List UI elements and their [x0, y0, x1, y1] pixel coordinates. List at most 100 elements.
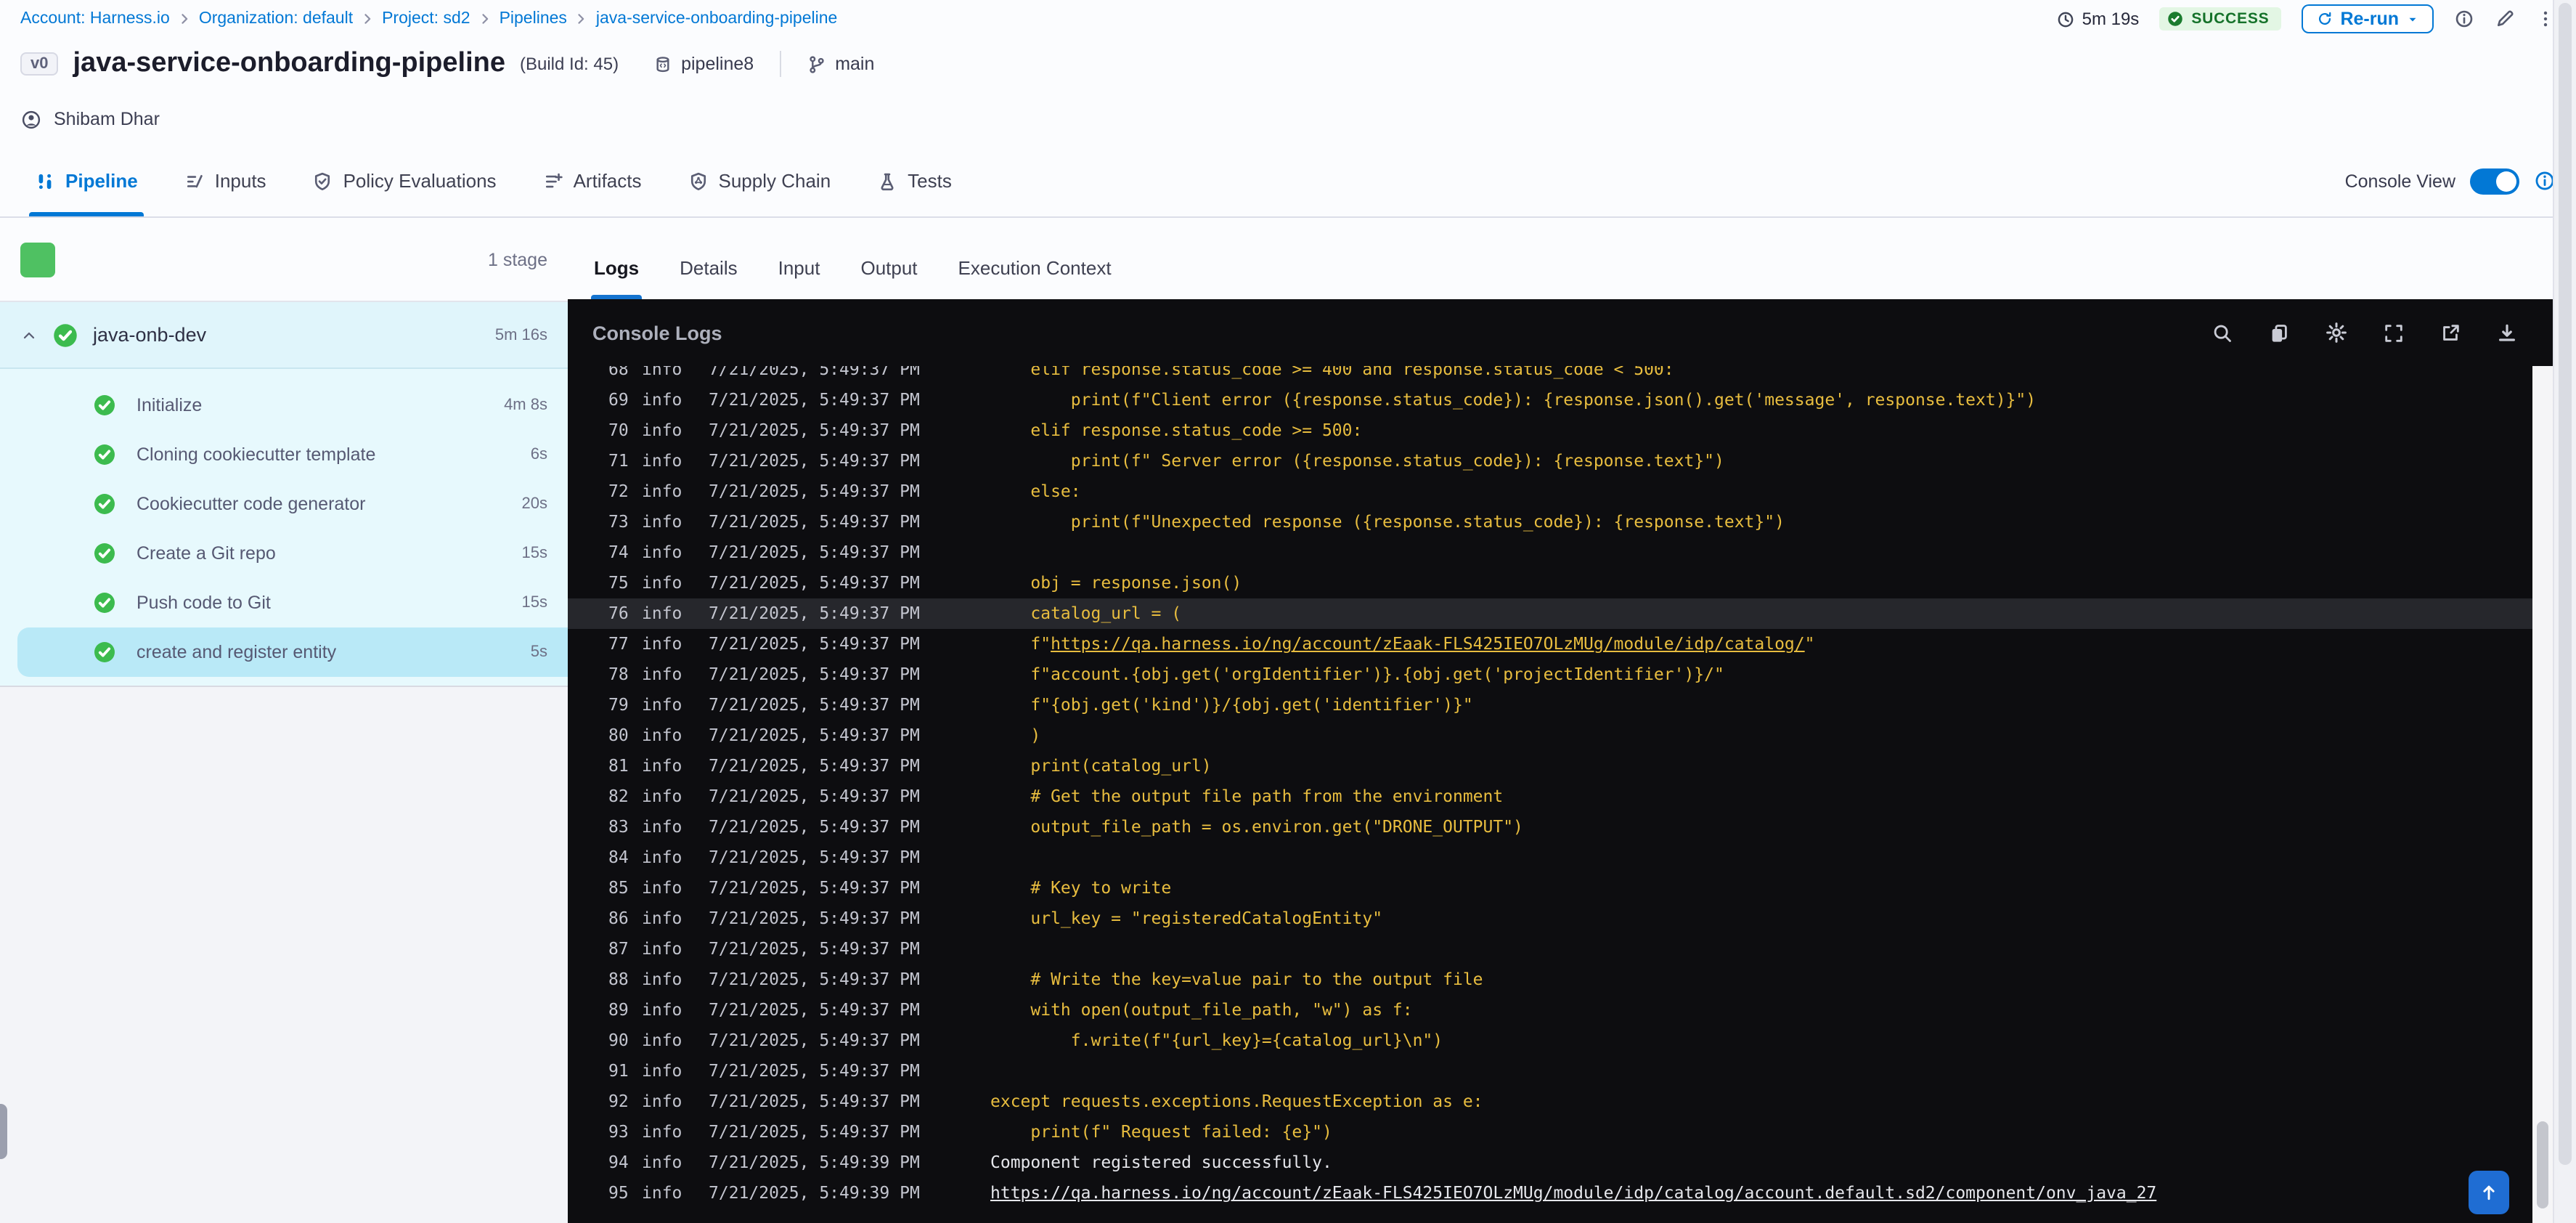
log-timestamp: 7/21/2025, 5:49:37 PM — [709, 542, 920, 562]
chevron-right-icon — [177, 12, 192, 26]
log-text-segment: obj = response.json() — [990, 572, 1242, 593]
step-check-icon — [93, 443, 116, 466]
log-timestamp: 7/21/2025, 5:49:37 PM — [709, 1121, 920, 1142]
log-tab-logs[interactable]: Logs — [590, 257, 643, 299]
log-line-73: 73 info 7/21/2025, 5:49:37 PM print(f"Unex… — [568, 507, 2532, 537]
left-drawer-handle[interactable] — [0, 1104, 7, 1159]
breadcrumb-item-account-harness-io[interactable]: Account: Harness.io — [20, 10, 170, 28]
tab-artifacts[interactable]: Artifacts — [543, 145, 642, 216]
log-timestamp: 7/21/2025, 5:49:37 PM — [709, 481, 920, 501]
sidebar-step-cookiecutter-code-generator[interactable]: Cookiecutter code generator 20s — [0, 479, 568, 529]
copy-icon[interactable] — [2268, 322, 2290, 344]
step-check-icon — [93, 492, 116, 516]
chevron-up-icon[interactable] — [20, 326, 38, 344]
console-toolbar — [2212, 321, 2518, 344]
log-line-number: 81 — [608, 755, 629, 776]
log-line-78: 78 info 7/21/2025, 5:49:37 PM f"account.{o… — [568, 659, 2532, 690]
page-scrollbar-thumb[interactable] — [2559, 3, 2572, 1165]
log-level: info — [642, 542, 682, 562]
log-timestamp: 7/21/2025, 5:49:37 PM — [709, 664, 920, 684]
log-line-number: 70 — [608, 420, 629, 440]
page-scrollbar[interactable] — [2553, 0, 2576, 1223]
log-text-segment: # Key to write — [990, 877, 1172, 898]
log-line-number: 78 — [608, 664, 629, 684]
breadcrumb-item-project-sd2[interactable]: Project: sd2 — [382, 10, 470, 28]
app: Account: Harness.io Organization: default… — [0, 0, 2576, 1223]
stage-row[interactable]: java-onb-dev 5m 16s — [0, 302, 568, 369]
log-line-90: 90 info 7/21/2025, 5:49:37 PM f.write(f"{u… — [568, 1025, 2532, 1056]
log-tab-input[interactable]: Input — [778, 257, 820, 299]
stage-name: java-onb-dev — [93, 324, 207, 346]
duration-text: 5m 19s — [2082, 9, 2140, 29]
step-duration: 15s — [521, 545, 548, 562]
inputs-icon — [184, 171, 205, 191]
log-level: info — [642, 1091, 682, 1111]
log-level: info — [642, 938, 682, 959]
info-icon[interactable] — [2454, 9, 2474, 29]
log-text: print(f" Server error ({response.status_… — [990, 446, 1724, 476]
log-text: elif response.status_code >= 400 and res… — [990, 366, 1674, 385]
log-timestamp: 7/21/2025, 5:49:39 PM — [709, 1182, 920, 1203]
log-level: info — [642, 664, 682, 684]
open-in-new-icon[interactable] — [2440, 322, 2461, 344]
repo-link[interactable]: pipeline8 — [653, 54, 754, 74]
log-text: f"{obj.get('kind')}/{obj.get('identifier… — [990, 690, 1472, 720]
log-scrollbar[interactable] — [2532, 366, 2553, 1223]
log-line-75: 75 info 7/21/2025, 5:49:37 PM obj = respon… — [568, 568, 2532, 598]
branch-link[interactable]: main — [807, 54, 874, 74]
log-text: print(catalog_url) — [990, 751, 1211, 781]
sidebar-step-cloning-cookiecutter-template[interactable]: Cloning cookiecutter template 6s — [0, 430, 568, 479]
log-link[interactable]: https://qa.harness.io/ng/account/zEaak-F… — [990, 1182, 2156, 1203]
tab-policy-evaluations[interactable]: Policy Evaluations — [313, 145, 497, 216]
log-line-83: 83 info 7/21/2025, 5:49:37 PM output_file_… — [568, 812, 2532, 842]
sidebar-step-push-code-to-git[interactable]: Push code to Git 15s — [0, 578, 568, 627]
log-text: output_file_path = os.environ.get("DRONE… — [990, 812, 1523, 842]
tab-tests[interactable]: Tests — [877, 145, 952, 216]
trigger-user: Shibam Dhar — [54, 109, 160, 129]
settings-icon[interactable] — [2325, 321, 2348, 344]
log-output: 68 info 7/21/2025, 5:49:37 PM elif respons… — [568, 366, 2532, 1223]
rerun-button[interactable]: Re-run — [2301, 4, 2434, 33]
tab-inputs[interactable]: Inputs — [184, 145, 266, 216]
tab-supply-chain[interactable]: Supply Chain — [688, 145, 831, 216]
breadcrumb-item-pipelines[interactable]: Pipelines — [500, 10, 567, 28]
sidebar-step-create-a-git-repo[interactable]: Create a Git repo 15s — [0, 529, 568, 578]
stage-count: 1 stage — [487, 249, 547, 269]
scroll-to-top-button[interactable] — [2469, 1171, 2509, 1214]
log-line-82: 82 info 7/21/2025, 5:49:37 PM # Get the ou… — [568, 781, 2532, 812]
search-icon[interactable] — [2212, 322, 2233, 344]
log-timestamp: 7/21/2025, 5:49:37 PM — [709, 847, 920, 867]
log-line-number: 84 — [608, 847, 629, 867]
breadcrumb-item-java-service-onboarding-pipeline[interactable]: java-service-onboarding-pipeline — [596, 10, 837, 28]
log-line-number: 80 — [608, 725, 629, 745]
download-icon[interactable] — [2496, 322, 2518, 344]
tab-label: Artifacts — [573, 170, 642, 192]
log-timestamp: 7/21/2025, 5:49:37 PM — [709, 786, 920, 806]
log-level: info — [642, 481, 682, 501]
step-duration: 4m 8s — [504, 397, 547, 414]
console-view-toggle[interactable] — [2470, 168, 2519, 194]
log-line-number: 89 — [608, 999, 629, 1020]
sidebar-step-create-and-register-entity[interactable]: create and register entity 5s — [17, 627, 568, 677]
log-text: # Get the output file path from the envi… — [990, 781, 1503, 812]
log-level: info — [642, 877, 682, 898]
log-tab-execution-context[interactable]: Execution Context — [958, 257, 1112, 299]
edit-pencil-icon[interactable] — [2495, 9, 2515, 29]
log-line-72: 72 info 7/21/2025, 5:49:37 PM else: — [568, 476, 2532, 507]
status-badge: SUCCESS — [2159, 7, 2281, 31]
log-text-segment: ) — [990, 725, 1041, 745]
log-timestamp: 7/21/2025, 5:49:37 PM — [709, 694, 920, 715]
log-link[interactable]: https://qa.harness.io/ng/account/zEaak-F… — [1051, 633, 1805, 654]
log-level: info — [642, 969, 682, 989]
log-line-95: 95 info 7/21/2025, 5:49:39 PM https://qa.ha… — [568, 1178, 2532, 1208]
breadcrumb-item-organization-default[interactable]: Organization: default — [199, 10, 353, 28]
log-line-86: 86 info 7/21/2025, 5:49:37 PM url_key = "r… — [568, 903, 2532, 934]
log-tab-details[interactable]: Details — [680, 257, 738, 299]
log-scrollbar-thumb[interactable] — [2537, 1121, 2548, 1208]
log-tab-output[interactable]: Output — [860, 257, 917, 299]
fullscreen-icon[interactable] — [2383, 322, 2405, 344]
chevron-right-icon — [478, 12, 492, 26]
tab-pipeline[interactable]: Pipeline — [29, 145, 144, 216]
log-line-70: 70 info 7/21/2025, 5:49:37 PM elif respons… — [568, 415, 2532, 446]
sidebar-step-initialize[interactable]: Initialize 4m 8s — [0, 381, 568, 430]
